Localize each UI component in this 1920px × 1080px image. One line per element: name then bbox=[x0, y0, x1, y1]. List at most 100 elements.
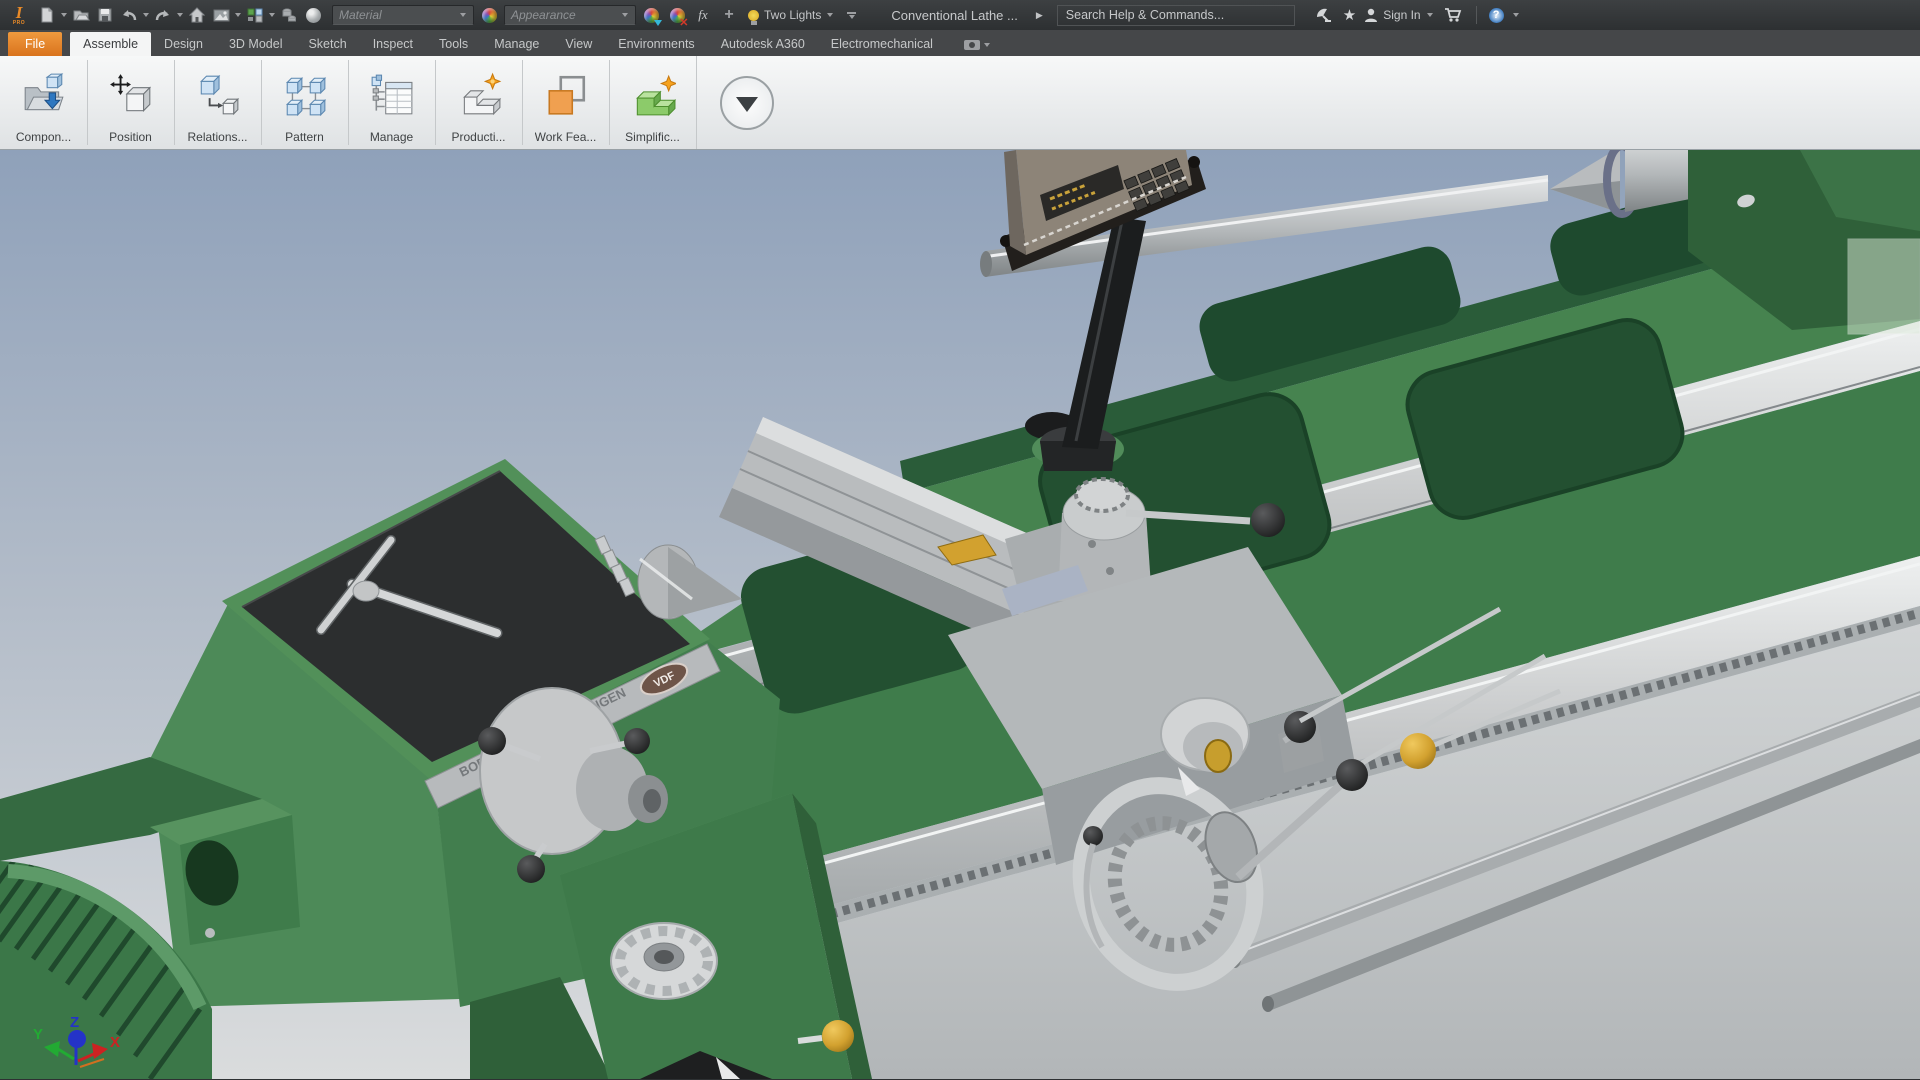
person-icon bbox=[1365, 8, 1378, 22]
tab-electromechanical[interactable]: Electromechanical bbox=[818, 32, 946, 56]
model-viewport[interactable]: BOEHRINGER GÖPPINGEN VDF bbox=[0, 150, 1920, 1079]
relationships-icon bbox=[195, 60, 241, 130]
triad-z-label: Z bbox=[70, 1014, 79, 1031]
tab-sketch[interactable]: Sketch bbox=[295, 32, 359, 56]
production-label: Producti... bbox=[451, 130, 506, 144]
ball-handle[interactable] bbox=[478, 727, 506, 755]
render-icon[interactable] bbox=[210, 4, 232, 26]
help-icon[interactable]: ? bbox=[1488, 7, 1504, 23]
ribbon-panel-assemble: Compon... Position Relations... Pattern … bbox=[0, 56, 1920, 150]
simplification-button[interactable]: Simplific... bbox=[609, 56, 696, 149]
half-nut-lever-ball[interactable] bbox=[1336, 759, 1368, 791]
lightbulb-icon bbox=[748, 9, 759, 25]
tab-assemble[interactable]: Assemble bbox=[70, 32, 152, 56]
tab-design[interactable]: Design bbox=[151, 32, 216, 56]
quick-access-toolbar bbox=[36, 4, 324, 26]
appearance-sphere-icon[interactable] bbox=[478, 4, 500, 26]
material-combo[interactable]: Material bbox=[332, 5, 474, 25]
pattern-component-icon bbox=[282, 60, 328, 130]
redo-dropdown[interactable] bbox=[177, 13, 183, 17]
gold-lever-ball[interactable] bbox=[1400, 733, 1436, 769]
new-file-dropdown[interactable] bbox=[61, 13, 67, 17]
triad-x-label: X bbox=[110, 1034, 120, 1051]
tab-tools[interactable]: Tools bbox=[426, 32, 481, 56]
new-file-icon[interactable] bbox=[36, 4, 58, 26]
lighting-style-combo[interactable]: Two Lights bbox=[744, 8, 838, 25]
ribbon-appearance-icon bbox=[963, 40, 980, 50]
material-browser-globe-icon[interactable] bbox=[302, 4, 324, 26]
add-parameter-icon[interactable]: + bbox=[718, 4, 740, 26]
simplification-icon bbox=[630, 60, 676, 130]
tool-post-lever-ball[interactable] bbox=[1251, 503, 1285, 537]
pattern-component-button[interactable]: Pattern bbox=[261, 56, 348, 149]
help-search-box[interactable] bbox=[1056, 4, 1295, 26]
bill-of-materials-button[interactable]: Manage bbox=[348, 56, 435, 149]
relationships-button[interactable]: Relations... bbox=[174, 56, 261, 149]
redo-icon[interactable] bbox=[152, 4, 174, 26]
handle-stem bbox=[797, 1035, 823, 1044]
selection-box-overlay bbox=[1847, 238, 1920, 335]
lighting-style-value: Two Lights bbox=[764, 8, 822, 22]
bill-of-materials-label: Manage bbox=[369, 130, 414, 144]
home-icon[interactable] bbox=[186, 4, 208, 26]
undo-icon[interactable] bbox=[118, 4, 140, 26]
open-file-icon[interactable] bbox=[70, 4, 92, 26]
tab-manage[interactable]: Manage bbox=[481, 32, 552, 56]
tab-view[interactable]: View bbox=[552, 32, 605, 56]
sign-in-caret bbox=[1426, 13, 1433, 17]
material-combo-caret bbox=[460, 13, 466, 17]
clear-appearance-icon[interactable]: ✕ bbox=[666, 4, 689, 29]
appearance-combo-value: Appearance bbox=[511, 8, 576, 22]
render-dropdown[interactable] bbox=[235, 13, 241, 17]
tab-inspect[interactable]: Inspect bbox=[360, 32, 426, 56]
saddle-knob[interactable] bbox=[610, 922, 718, 1000]
titlebar-right-cluster: ★ Sign In ? bbox=[1313, 4, 1520, 26]
help-search-input[interactable] bbox=[1057, 8, 1294, 22]
component-blocks-dropdown[interactable] bbox=[269, 13, 275, 17]
ribbon-tab-bar: File Assemble Design 3D Model Sketch Ins… bbox=[0, 30, 1920, 56]
assembly-parts-icon[interactable] bbox=[278, 4, 300, 26]
tab-3d-model[interactable]: 3D Model bbox=[216, 32, 296, 56]
inventor-logo[interactable]: I PRO bbox=[6, 2, 32, 28]
ribbon-appearance-toggle[interactable] bbox=[963, 40, 991, 56]
ball-handle[interactable] bbox=[624, 728, 650, 754]
titlebar-separator bbox=[1475, 6, 1477, 24]
document-title: Conventional Lathe ... bbox=[891, 7, 1018, 23]
simplification-label: Simplific... bbox=[625, 130, 680, 144]
work-features-icon bbox=[543, 60, 589, 130]
tab-file[interactable]: File bbox=[8, 32, 63, 56]
production-button[interactable]: Producti... bbox=[435, 56, 522, 149]
place-component-label: Compon... bbox=[15, 130, 72, 144]
tab-environments[interactable]: Environments bbox=[605, 32, 707, 56]
document-flyout-arrow[interactable]: ▶ bbox=[1036, 10, 1043, 21]
free-move-button[interactable]: Position bbox=[87, 56, 174, 149]
save-icon[interactable] bbox=[94, 4, 116, 26]
down-triangle-icon bbox=[736, 96, 758, 112]
gold-ball-handle[interactable] bbox=[822, 1020, 854, 1052]
help-dropdown[interactable] bbox=[1512, 13, 1519, 17]
sign-in-control[interactable]: Sign In bbox=[1364, 8, 1433, 23]
work-features-button[interactable]: Work Fea... bbox=[522, 56, 609, 149]
assembly-expand-button[interactable] bbox=[720, 75, 774, 130]
appearance-combo-caret bbox=[622, 13, 628, 17]
appearance-combo[interactable]: Appearance bbox=[504, 5, 636, 25]
pattern-component-label: Pattern bbox=[285, 130, 324, 144]
app-store-cart-icon[interactable] bbox=[1442, 4, 1464, 26]
sign-in-label: Sign In bbox=[1383, 8, 1421, 22]
title-bar: I PRO Material Appearance ✕ fx + Two Lig… bbox=[0, 0, 1920, 30]
free-move-icon bbox=[108, 60, 154, 130]
viewport-canvas[interactable]: BOEHRINGER GÖPPINGEN VDF bbox=[0, 150, 1920, 1079]
place-component-button[interactable]: Compon... bbox=[0, 56, 87, 149]
communication-center-icon[interactable] bbox=[1313, 4, 1335, 26]
qat-overflow-toggle[interactable] bbox=[842, 11, 861, 19]
inventor-logo-badge: PRO bbox=[12, 20, 26, 26]
component-blocks-icon[interactable] bbox=[244, 4, 266, 26]
material-combo-value: Material bbox=[339, 8, 382, 22]
ball-handle[interactable] bbox=[517, 855, 545, 883]
free-move-label: Position bbox=[109, 130, 152, 144]
undo-dropdown[interactable] bbox=[143, 13, 149, 17]
adjust-appearance-icon[interactable] bbox=[640, 4, 662, 26]
parameters-fx-icon[interactable]: fx bbox=[692, 4, 714, 26]
favorites-star-icon[interactable]: ★ bbox=[1343, 6, 1356, 24]
tab-autodesk-a360[interactable]: Autodesk A360 bbox=[708, 32, 818, 56]
